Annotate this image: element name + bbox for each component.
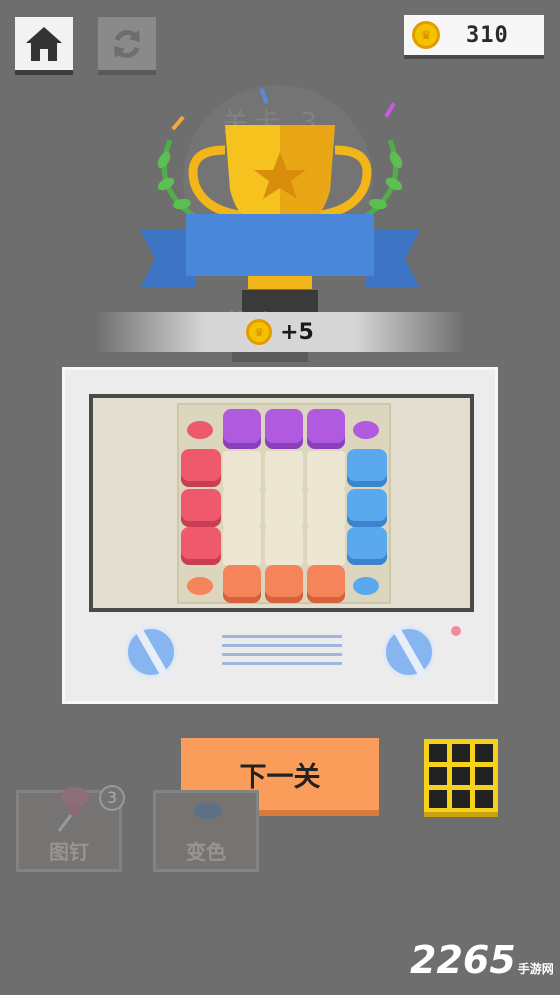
- tile-purple: [265, 409, 303, 449]
- pin-peg-blue: [353, 577, 379, 595]
- watermark: 2265 手游网: [410, 938, 554, 982]
- refresh-button[interactable]: [98, 17, 156, 75]
- tv-grill: [222, 662, 342, 665]
- grid-menu-icon: [429, 743, 447, 762]
- tv-grill: [222, 644, 342, 647]
- tv-grill: [222, 635, 342, 638]
- tile-orange: [307, 565, 345, 603]
- tile-purple: [223, 409, 261, 449]
- puzzle-board: [177, 403, 391, 604]
- level-select-button[interactable]: [424, 739, 498, 817]
- tile-red: [181, 527, 221, 565]
- tv-knob-right: [383, 626, 435, 678]
- pin-peg-purple: [353, 421, 379, 439]
- tv-power-led: [451, 626, 461, 636]
- recolor-tool-button[interactable]: 变色: [153, 790, 259, 872]
- coin-icon: ♛: [412, 21, 440, 49]
- watermark-number: 2265: [410, 938, 516, 982]
- tile-orange: [223, 565, 261, 603]
- coin-icon: ♛: [246, 319, 273, 345]
- pin-count-badge: 3: [99, 785, 125, 811]
- home-button[interactable]: [15, 17, 73, 75]
- tv-screen: [89, 394, 474, 612]
- refresh-icon: [114, 29, 140, 58]
- tile-blue: [347, 489, 387, 527]
- tile-purple: [307, 409, 345, 449]
- tile-blue: [347, 449, 387, 487]
- recolor-tool-label: 变色: [186, 840, 226, 864]
- coin-counter: ♛ 310: [404, 15, 544, 59]
- tile-blue: [347, 527, 387, 565]
- tv-knob-left: [125, 626, 177, 678]
- tile-red: [181, 449, 221, 487]
- tile-red: [181, 489, 221, 527]
- next-level-label: 下一关: [239, 761, 321, 793]
- pin-peg-orange: [187, 577, 213, 595]
- solved-puzzle-preview: [62, 367, 498, 704]
- watermark-site: 手游网: [517, 962, 554, 976]
- pin-peg-red: [187, 421, 213, 439]
- reward-strip: ♛ +5: [95, 312, 465, 352]
- pin-tool-button[interactable]: 3 图钉: [16, 785, 125, 872]
- home-icon: [26, 26, 62, 61]
- pin-tool-label: 图钉: [49, 840, 89, 864]
- paint-icon: [194, 803, 222, 819]
- reward-amount: +5: [280, 319, 314, 345]
- tile-orange: [265, 565, 303, 603]
- tv-grill: [222, 653, 342, 656]
- coin-count: 310: [466, 22, 509, 48]
- pushpin-icon: [57, 787, 89, 832]
